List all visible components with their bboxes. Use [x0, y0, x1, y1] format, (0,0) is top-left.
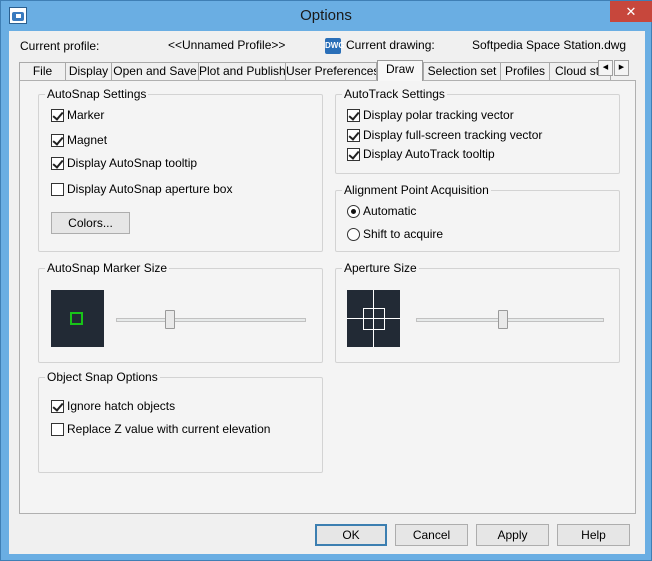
current-drawing-label: Current drawing:	[346, 38, 435, 52]
autotrack-settings-group: AutoTrack Settings Display polar trackin…	[335, 87, 620, 174]
aperture-size-slider-track[interactable]	[416, 318, 604, 322]
tab-selection-set[interactable]: Selection set	[423, 62, 501, 80]
automatic-radio-icon[interactable]	[347, 205, 360, 218]
options-window: Options ✕ Current profile: <<Unnamed Pro…	[0, 0, 652, 561]
aperture-size-group: Aperture Size	[335, 261, 620, 363]
help-button[interactable]: Help	[557, 524, 630, 546]
aperture-box-shape	[363, 308, 385, 330]
ok-button[interactable]: OK	[315, 524, 387, 546]
draw-tab-panel: AutoSnap Settings Marker Magnet Display …	[19, 80, 636, 514]
tab-display[interactable]: Display	[65, 62, 112, 80]
marker-preview	[51, 290, 104, 347]
marker-size-title: AutoSnap Marker Size	[45, 261, 170, 275]
automatic-label: Automatic	[363, 204, 417, 218]
marker-green-square	[70, 312, 83, 325]
object-snap-options-title: Object Snap Options	[45, 370, 160, 384]
replace-z-label: Replace Z value with current elevation	[67, 422, 271, 436]
marker-label: Marker	[67, 108, 105, 122]
title-bar[interactable]: Options ✕	[1, 1, 652, 31]
ignore-hatch-check-icon[interactable]	[51, 400, 64, 413]
window-title: Options	[300, 7, 352, 24]
aperture-box-label: Display AutoSnap aperture box	[67, 182, 233, 196]
tab-open-and-save[interactable]: Open and Save	[111, 62, 199, 80]
tab-draw[interactable]: Draw	[377, 60, 423, 81]
colors-button[interactable]: Colors...	[51, 212, 130, 234]
magnet-label: Magnet	[67, 133, 108, 147]
tab-profiles[interactable]: Profiles	[500, 62, 550, 80]
close-icon[interactable]: ✕	[610, 1, 652, 22]
fullscreen-tracking-label: Display full-screen tracking vector	[363, 128, 543, 142]
tab-scroll-left-icon[interactable]: ◀	[598, 60, 613, 76]
tab-file[interactable]: File	[19, 62, 66, 80]
autosnap-settings-group: AutoSnap Settings Marker Magnet Display …	[38, 87, 323, 252]
tab-scroll-right-icon[interactable]: ▶	[614, 60, 629, 76]
tab-plot-and-publish[interactable]: Plot and Publish	[198, 62, 286, 80]
autosnap-tooltip-check-icon[interactable]	[51, 157, 64, 170]
aperture-size-slider-thumb[interactable]	[497, 310, 508, 329]
marker-size-group: AutoSnap Marker Size	[38, 261, 323, 363]
apply-button[interactable]: Apply	[476, 524, 549, 546]
object-snap-options-group: Object Snap Options Ignore hatch objects…	[38, 370, 323, 473]
autotrack-settings-title: AutoTrack Settings	[342, 87, 447, 101]
fullscreen-tracking-check-icon[interactable]	[347, 129, 360, 142]
current-profile-label: Current profile:	[20, 39, 100, 53]
polar-tracking-label: Display polar tracking vector	[363, 108, 514, 122]
profile-row: Current profile: <<Unnamed Profile>> DWG…	[9, 31, 645, 57]
marker-size-slider-track[interactable]	[116, 318, 306, 322]
aperture-preview	[347, 290, 400, 347]
ignore-hatch-label: Ignore hatch objects	[67, 399, 176, 413]
tab-user-preferences[interactable]: User Preferences	[285, 62, 377, 80]
marker-check-icon[interactable]	[51, 109, 64, 122]
autotrack-tooltip-check-icon[interactable]	[347, 148, 360, 161]
shift-to-acquire-radio-icon[interactable]	[347, 228, 360, 241]
magnet-check-icon[interactable]	[51, 134, 64, 147]
marker-size-slider-thumb[interactable]	[164, 310, 175, 329]
polar-tracking-check-icon[interactable]	[347, 109, 360, 122]
autotrack-tooltip-label: Display AutoTrack tooltip	[363, 147, 495, 161]
replace-z-check-icon[interactable]	[51, 423, 64, 436]
alignment-point-group: Alignment Point Acquisition Automatic Sh…	[335, 183, 620, 252]
dwg-file-icon: DWG	[325, 38, 345, 54]
aperture-size-title: Aperture Size	[342, 261, 419, 275]
cancel-button[interactable]: Cancel	[395, 524, 468, 546]
shift-to-acquire-label: Shift to acquire	[363, 227, 444, 241]
current-profile-value: <<Unnamed Profile>>	[168, 38, 286, 52]
dialog-client: Current profile: <<Unnamed Profile>> DWG…	[9, 31, 645, 554]
autosnap-settings-title: AutoSnap Settings	[45, 87, 149, 101]
aperture-box-check-icon[interactable]	[51, 183, 64, 196]
alignment-point-title: Alignment Point Acquisition	[342, 183, 491, 197]
autosnap-tooltip-label: Display AutoSnap tooltip	[67, 156, 198, 170]
current-drawing-value: Softpedia Space Station.dwg	[472, 38, 627, 52]
